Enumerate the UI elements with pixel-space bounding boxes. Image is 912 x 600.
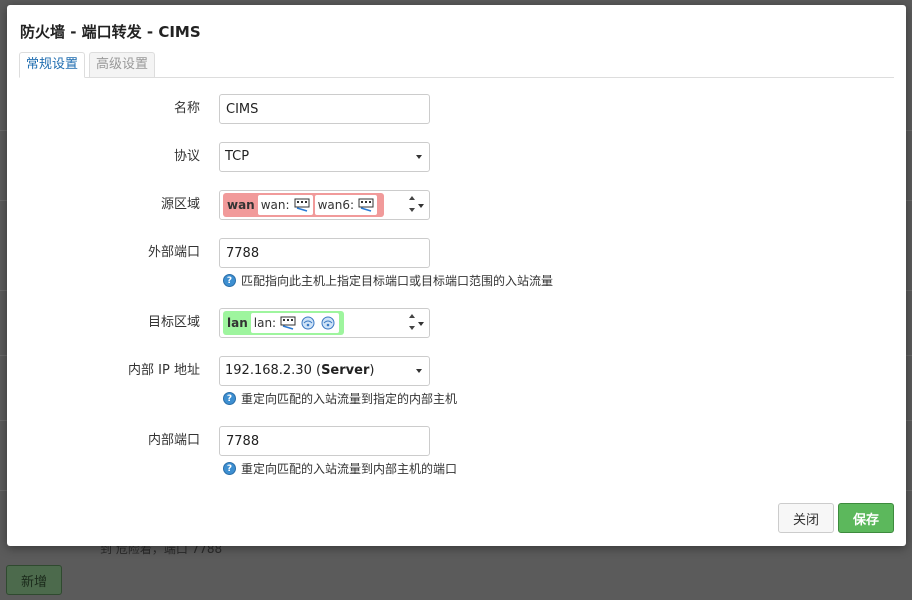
zone-network: lan:	[250, 313, 340, 333]
help-icon: ?	[223, 392, 236, 405]
dest-zone-label: 目标区域	[147, 315, 200, 330]
zone-name: wan	[227, 198, 255, 212]
network-label: wan6:	[317, 198, 355, 212]
name-label: 名称	[173, 101, 200, 116]
wifi-icon	[301, 316, 315, 330]
host-name: Server	[321, 363, 370, 378]
internal-ip-value: 192.168.2.30 (Server)	[225, 363, 375, 378]
dialog-title: 防火墙 - 端口转发 - CIMS	[20, 23, 201, 41]
internal-ip-label: 内部 IP 地址	[128, 363, 200, 378]
name-input[interactable]	[219, 94, 430, 124]
save-button[interactable]: 保存	[838, 503, 894, 533]
external-port-help: ? 匹配指向此主机上指定目标端口或目标端口范围的入站流量	[223, 272, 553, 289]
zone-network: wan6:	[314, 195, 378, 215]
external-port-label: 外部端口	[147, 245, 200, 260]
chevron-down-icon	[416, 155, 422, 159]
internal-port-input[interactable]	[219, 426, 430, 456]
protocol-select[interactable]: TCP	[219, 142, 430, 172]
chevron-down-icon	[416, 369, 422, 373]
help-text: 重定向匹配的入站流量到指定的内部主机	[241, 392, 458, 406]
chevron-down-icon	[409, 208, 415, 212]
chevron-down-icon	[418, 322, 424, 326]
close-button[interactable]: 关闭	[778, 503, 834, 533]
internal-port-help: ? 重定向匹配的入站流量到内部主机的端口	[223, 460, 457, 477]
help-text: 重定向匹配的入站流量到内部主机的端口	[241, 462, 458, 476]
wifi-icon	[321, 316, 335, 330]
ip-address: 192.168.2.30	[225, 363, 312, 378]
protocol-label: 协议	[173, 149, 200, 164]
help-text: 匹配指向此主机上指定目标端口或目标端口范围的入站流量	[241, 274, 554, 288]
zone-name: lan	[227, 316, 248, 330]
zone-network: wan:	[257, 195, 313, 215]
port-forward-dialog: 防火墙 - 端口转发 - CIMS 常规设置 高级设置 名称 协议 TCP 源区…	[7, 5, 906, 546]
dest-zone-select[interactable]: lan lan:	[219, 308, 430, 338]
add-button[interactable]: 新增	[6, 565, 62, 595]
help-icon: ?	[223, 462, 236, 475]
chevron-down-icon	[418, 204, 424, 208]
internal-port-label: 内部端口	[147, 433, 200, 448]
external-port-input[interactable]	[219, 238, 430, 268]
protocol-value: TCP	[225, 149, 250, 164]
help-icon: ?	[223, 274, 236, 287]
tab-general[interactable]: 常规设置	[19, 52, 86, 78]
chevron-up-icon	[409, 196, 415, 200]
internal-ip-select[interactable]: 192.168.2.30 (Server)	[219, 356, 430, 386]
source-zone-select[interactable]: wan wan: wan6:	[219, 190, 430, 220]
chevron-up-icon	[409, 314, 415, 318]
network-label: lan:	[253, 316, 277, 330]
ethernet-port-icon	[358, 198, 374, 212]
network-label: wan:	[260, 198, 290, 212]
source-zone-chip: wan wan: wan6:	[223, 193, 384, 217]
tab-bar: 常规设置 高级设置	[19, 52, 159, 78]
tab-divider	[19, 77, 894, 78]
ethernet-port-icon	[294, 198, 310, 212]
dest-zone-chip: lan lan:	[223, 311, 344, 335]
internal-ip-help: ? 重定向匹配的入站流量到指定的内部主机	[223, 390, 457, 407]
ethernet-port-icon	[280, 316, 296, 330]
source-zone-label: 源区域	[160, 197, 200, 212]
chevron-down-icon	[409, 326, 415, 330]
tab-advanced[interactable]: 高级设置	[89, 52, 156, 78]
